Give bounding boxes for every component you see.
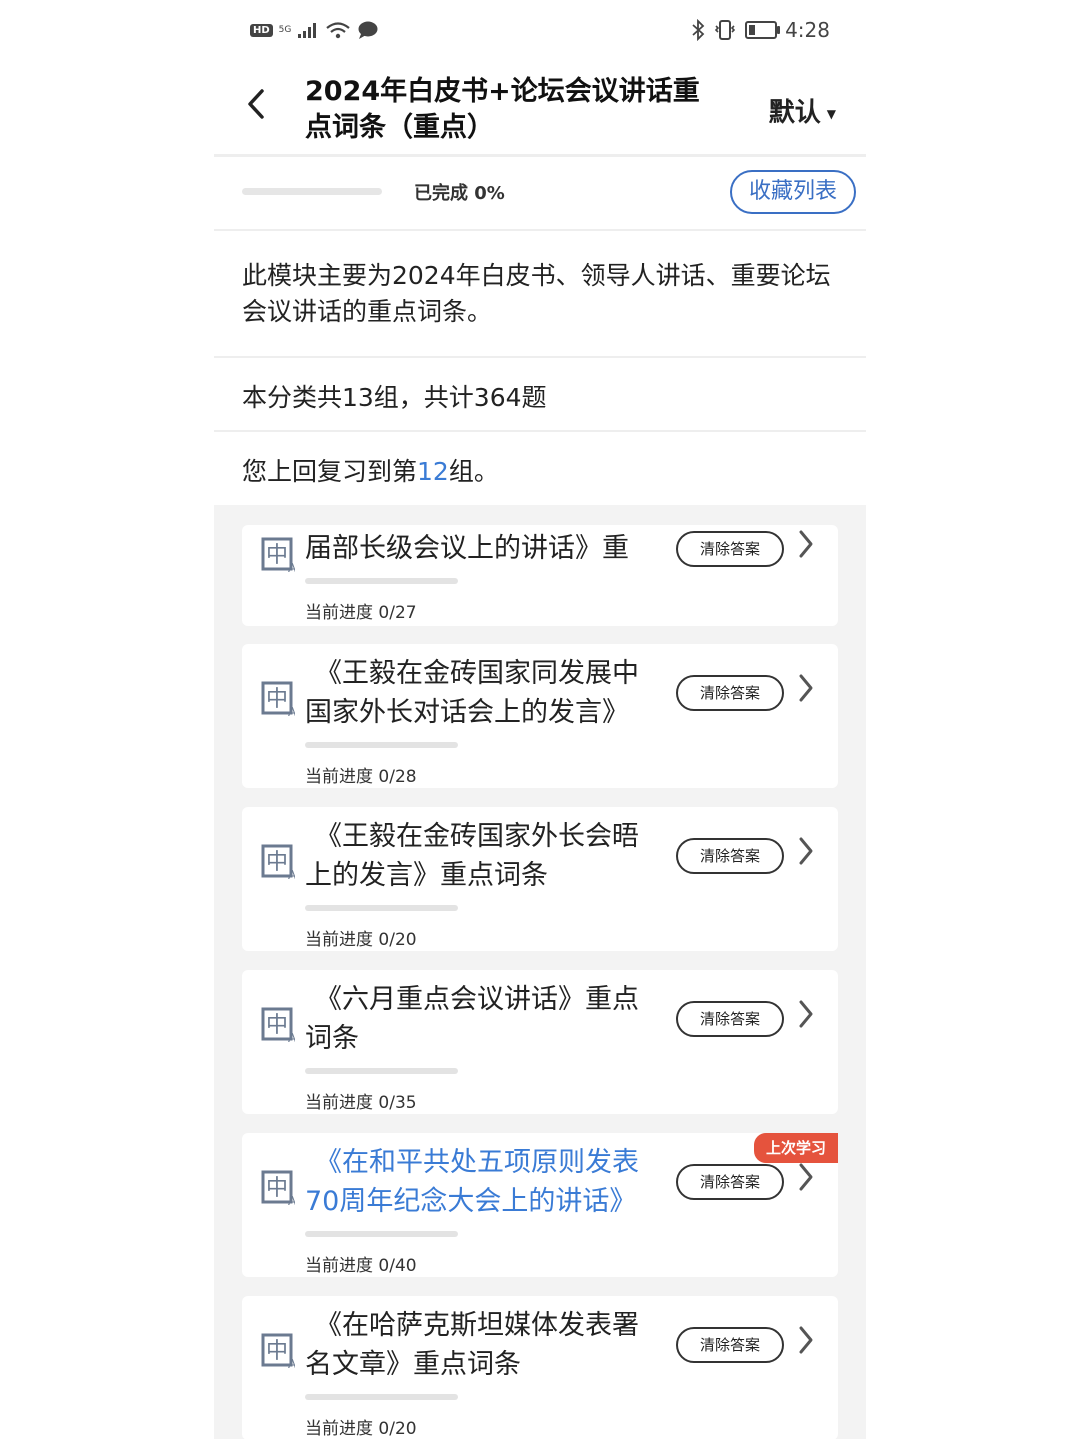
header: 2024年白皮书+论坛会议讲话重点词条（重点） 默认 ▼ — [214, 62, 866, 157]
svg-text:A: A — [288, 561, 295, 573]
clear-answers-button[interactable]: 清除答案 — [676, 1327, 784, 1363]
group-card[interactable]: 中 A 届部长级会议上的讲话》重当前进度 0/27 清除答案 — [242, 525, 838, 626]
chinese-a-icon: 中A — [261, 535, 297, 575]
last-review: 您上回复习到第12组。 — [242, 452, 499, 488]
group-card[interactable]: 中 A 《在和平共处五项原则发表70周年纪念大会上的讲话》 当前进度 0/40 清除答案… — [242, 1133, 838, 1277]
last-review-suffix: 组。 — [448, 457, 499, 486]
chinese-a-icon: 中A — [261, 842, 297, 882]
last-studied-badge: 上次学习 — [754, 1133, 838, 1163]
svg-text:A: A — [288, 705, 295, 717]
group-title: 届部长级会议上的讲话》重 — [305, 533, 629, 564]
clear-answers-button[interactable]: 清除答案 — [676, 1164, 784, 1200]
group-title: 《六月重点会议讲话》重点词条 — [305, 984, 639, 1054]
favorites-list-button[interactable]: 收藏列表 — [730, 170, 856, 214]
group-card[interactable]: 中 A 《六月重点会议讲话》重点词条 当前进度 0/35 清除答案 — [242, 970, 838, 1114]
svg-text:中: 中 — [266, 1013, 288, 1038]
group-progress-bar — [305, 742, 458, 748]
clock: 4:28 — [785, 18, 830, 42]
last-review-prefix: 您上回复习到第 — [242, 457, 418, 486]
group-title: 《在哈萨克斯坦媒体发表署名文章》重点词条 — [305, 1310, 639, 1380]
wifi-icon — [326, 22, 351, 39]
caret-down-icon: ▼ — [826, 106, 836, 121]
group-progress-bar — [305, 905, 458, 911]
chevron-right-icon[interactable] — [798, 1162, 814, 1200]
group-list: 中 A 届部长级会议上的讲话》重 当前进度 0/27 清除答案中 A 《王毅在金砖国家同发展… — [214, 505, 866, 1439]
chinese-a-icon: 中A — [261, 679, 297, 719]
message-icon — [358, 21, 378, 39]
signal-icon — [298, 23, 317, 38]
chinese-a-icon: 中A — [261, 1168, 297, 1208]
group-card[interactable]: 中 A 《在哈萨克斯坦媒体发表署名文章》重点词条 当前进度 0/20 清除答案 — [242, 1296, 838, 1439]
battery-icon — [745, 21, 781, 39]
divider — [214, 356, 866, 358]
group-progress-bar — [305, 1068, 458, 1074]
network-type: 5G — [278, 24, 292, 35]
status-bar: HD 5G 4:28 — [214, 14, 866, 52]
svg-text:A: A — [288, 1194, 295, 1206]
chevron-right-icon[interactable] — [798, 529, 814, 567]
chevron-right-icon[interactable] — [798, 673, 814, 711]
sort-dropdown[interactable]: 默认 ▼ — [769, 92, 836, 129]
svg-text:中: 中 — [266, 850, 288, 875]
svg-text:中: 中 — [266, 1176, 288, 1201]
svg-text:中: 中 — [266, 1339, 288, 1364]
chevron-left-icon — [248, 89, 264, 119]
chevron-right-icon[interactable] — [798, 999, 814, 1037]
vibrate-icon — [714, 20, 736, 40]
group-progress-label: 当前进度 0/27 — [305, 603, 417, 623]
svg-text:中: 中 — [266, 687, 288, 712]
clear-answers-button[interactable]: 清除答案 — [676, 1001, 784, 1037]
overall-progress: 已完成 0% 收藏列表 — [214, 157, 866, 231]
category-summary: 本分类共13组，共计364题 — [242, 383, 547, 412]
chinese-a-icon: 中A — [261, 1005, 297, 1045]
group-progress-bar — [305, 1231, 458, 1237]
last-review-group: 12 — [417, 457, 449, 486]
chinese-a-icon: 中A — [261, 1331, 297, 1371]
svg-text:A: A — [288, 1357, 295, 1369]
chevron-right-icon[interactable] — [798, 836, 814, 874]
clear-answers-button[interactable]: 清除答案 — [676, 838, 784, 874]
group-title: 《在和平共处五项原则发表70周年纪念大会上的讲话》 — [305, 1147, 639, 1217]
group-progress-label: 当前进度 0/28 — [305, 767, 417, 787]
clear-answers-button[interactable]: 清除答案 — [676, 675, 784, 711]
phone-screen: HD 5G 4:28 2024年白皮书+论坛会议讲话重点词条（重点） 默认 ▼ … — [214, 0, 866, 1439]
group-title: 《王毅在金砖国家外长会晤上的发言》重点词条 — [305, 821, 639, 891]
completed-label: 已完成 0% — [414, 183, 505, 204]
bluetooth-icon — [692, 19, 705, 41]
group-progress-bar — [305, 1394, 458, 1400]
status-right: 4:28 — [691, 18, 830, 42]
page-title: 2024年白皮书+论坛会议讲话重点词条（重点） — [305, 76, 700, 143]
group-progress-label: 当前进度 0/20 — [305, 1419, 417, 1439]
svg-text:中: 中 — [266, 543, 288, 568]
group-progress-label: 当前进度 0/20 — [305, 930, 417, 950]
group-progress-label: 当前进度 0/35 — [305, 1093, 417, 1113]
group-title: 《王毅在金砖国家同发展中国家外长对话会上的发言》 — [305, 658, 639, 728]
svg-text:A: A — [288, 868, 295, 880]
group-card[interactable]: 中 A 《王毅在金砖国家外长会晤上的发言》重点词条 当前进度 0/20 清除答案 — [242, 807, 838, 951]
overall-progress-bar — [242, 188, 382, 195]
back-button[interactable] — [246, 88, 266, 129]
divider — [214, 430, 866, 432]
chevron-right-icon[interactable] — [798, 1325, 814, 1363]
group-card[interactable]: 中 A 《王毅在金砖国家同发展中国家外长对话会上的发言》 当前进度 0/28 清除答案 — [242, 644, 838, 788]
group-progress-bar — [305, 578, 458, 584]
svg-text:A: A — [288, 1031, 295, 1043]
status-left: HD 5G — [250, 20, 379, 40]
module-description: 此模块主要为2024年白皮书、领导人讲话、重要论坛会议讲话的重点词条。 — [242, 261, 831, 326]
hd-badge: HD — [250, 23, 273, 37]
group-progress-label: 当前进度 0/40 — [305, 1256, 417, 1276]
clear-answers-button[interactable]: 清除答案 — [676, 530, 784, 567]
sort-label: 默认 — [768, 98, 821, 128]
